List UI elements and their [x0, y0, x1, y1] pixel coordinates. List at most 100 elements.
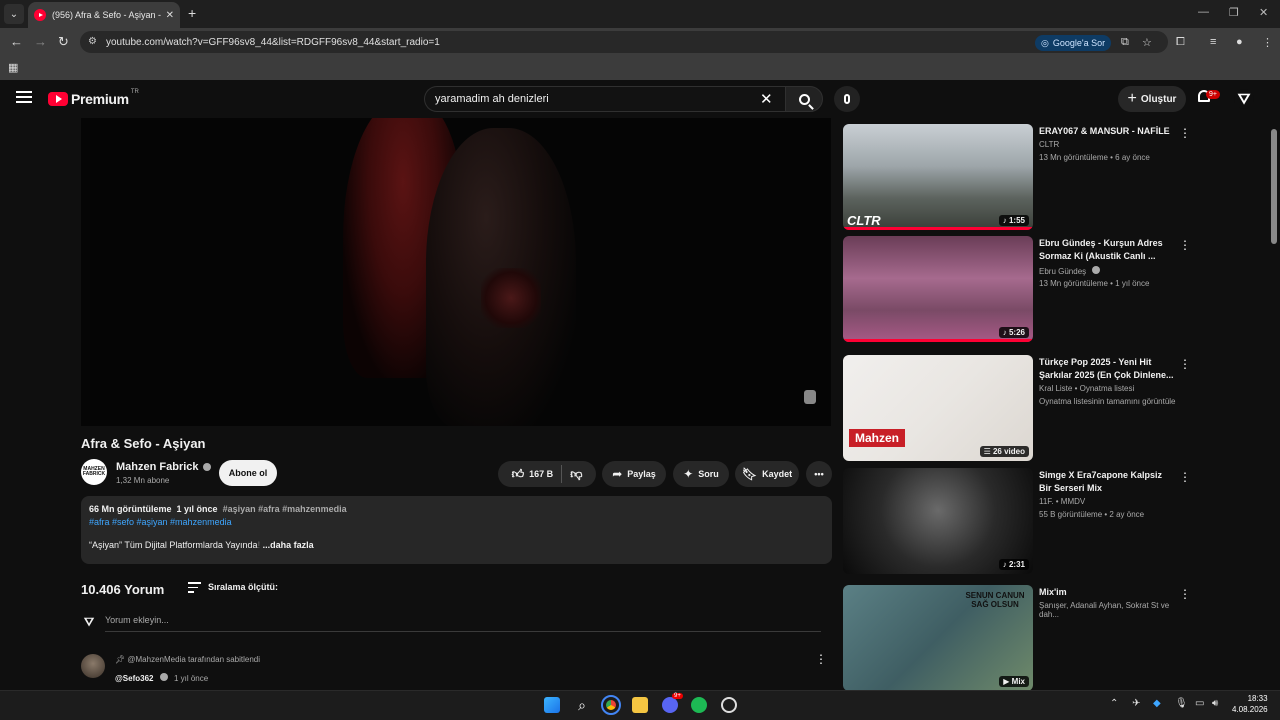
site-info-icon[interactable]: ⚙	[88, 36, 100, 48]
tab-title: (956) Afra & Sefo - Aşiyan - You	[52, 10, 162, 20]
profile-avatar-icon[interactable]: ●	[1236, 36, 1243, 48]
save-button[interactable]: 🔖︎ Kaydet	[735, 461, 799, 487]
tray-chevron-icon[interactable]: ⌃	[1110, 698, 1118, 709]
recommended-menu-dots-icon[interactable]: ⋮	[1179, 587, 1191, 601]
clear-search-icon[interactable]: ✕	[760, 90, 773, 108]
reload-icon[interactable]: ↻	[58, 34, 69, 50]
video-player[interactable]	[81, 118, 831, 426]
restore-icon[interactable]: ❐	[1229, 6, 1239, 19]
video-title: Afra & Sefo - Aşiyan	[81, 436, 206, 451]
description-box[interactable]: 66 Mn görüntüleme 1 yıl önce #aşiyan #af…	[81, 496, 832, 564]
like-thumb-icon[interactable]: 👍︎	[512, 467, 525, 482]
comment-author-name: @Sefo362	[115, 674, 154, 683]
recommended-title[interactable]: Ebru Gündeş - Kurşun Adres Sormaz Ki (Ak…	[1039, 237, 1174, 263]
like-count[interactable]: 167 B	[529, 469, 553, 479]
tray-mic-icon[interactable]: 🎙︎	[1175, 698, 1188, 709]
playlist-thumbnail[interactable]: Mahzen ☰ 26 video	[843, 355, 1033, 461]
recommended-video[interactable]: ♪ 5:26 Ebru Gündeş - Kurşun Adres Sormaz…	[843, 236, 1191, 342]
recommended-video[interactable]: CLTR ♪ 1:55 ERAY067 & MANSUR - NAFİLE CL…	[843, 124, 1191, 230]
forward-arrow-icon[interactable]: →	[34, 34, 47, 49]
recommended-channel[interactable]: 11F. • MMDV	[1039, 497, 1085, 506]
watched-progress-bar	[843, 339, 1033, 342]
recommended-title[interactable]: Mix'im	[1039, 586, 1174, 599]
reading-list-icon[interactable]: ≡	[1210, 36, 1216, 48]
start-windows-icon[interactable]	[544, 697, 560, 713]
share-button[interactable]: ➦ Paylaş	[602, 461, 666, 487]
mix-thumbnail[interactable]: SENUN CANUN SAĞ OLSUN ▶ Mix	[843, 585, 1033, 691]
tab-list-chevron-icon[interactable]: ⌄	[4, 4, 24, 24]
discord-icon[interactable]	[662, 697, 678, 713]
recommended-title[interactable]: ERAY067 & MANSUR - NAFİLE	[1039, 125, 1174, 138]
channel-name[interactable]: Mahzen Fabrick	[116, 461, 211, 473]
view-count: 66 Mn görüntüleme	[89, 504, 172, 514]
description-text: “Aşiyan” Tüm Dijital Platformlarda Yayın…	[89, 540, 824, 550]
voice-search-button[interactable]	[834, 86, 860, 112]
youtube-premium-logo[interactable]: Premium TR	[48, 89, 139, 107]
more-actions-button[interactable]: •••	[806, 461, 832, 487]
menu-dots-icon[interactable]: ⋮	[1262, 36, 1273, 49]
minimize-icon[interactable]: —	[1198, 6, 1209, 18]
recommended-channel[interactable]: Kral Liste • Oynatma listesi	[1039, 384, 1134, 393]
search-value: yaramadim ah denizleri	[435, 93, 549, 105]
subscribe-button[interactable]: Abone ol	[219, 460, 277, 486]
comment-menu-dots-icon[interactable]: ⋮	[815, 652, 827, 666]
browser-tab[interactable]: (956) Afra & Sefo - Aşiyan - You ✕	[28, 2, 180, 28]
tab-close-icon[interactable]: ✕	[166, 10, 174, 21]
extensions-icon[interactable]: ⧠	[1176, 36, 1185, 49]
recommended-mix[interactable]: SENUN CANUN SAĞ OLSUN ▶ Mix Mix'im Şanış…	[843, 585, 1191, 691]
new-tab-plus-icon[interactable]: +	[188, 5, 196, 21]
player-overlay-icon	[804, 390, 816, 404]
sort-by-label[interactable]: Sıralama ölçütü:	[208, 582, 278, 592]
search-input[interactable]: yaramadim ah denizleri	[424, 86, 786, 112]
tray-app-icon[interactable]: ✈	[1132, 698, 1140, 709]
view-full-playlist-link[interactable]: Oynatma listesinin tamamını görüntüle	[1039, 397, 1176, 406]
recommended-channel[interactable]: Ebru Gündeş	[1039, 266, 1101, 276]
chrome-icon[interactable]	[601, 695, 621, 715]
close-window-icon[interactable]: ✕	[1259, 6, 1268, 19]
recommended-menu-dots-icon[interactable]: ⋮	[1179, 357, 1191, 371]
recommended-video[interactable]: ♪ 2:31 Simge X Era7capone Kalpsiz Bir Se…	[843, 468, 1191, 574]
page-scrollbar[interactable]	[1271, 129, 1277, 244]
account-avatar[interactable]: ⛛	[1234, 89, 1254, 109]
show-more-link[interactable]: ...daha fazla	[263, 540, 314, 550]
tray-network-icon[interactable]: ▭	[1195, 698, 1204, 709]
file-explorer-icon[interactable]	[632, 697, 648, 713]
hamburger-menu-icon[interactable]	[16, 91, 32, 103]
recommended-menu-dots-icon[interactable]: ⋮	[1179, 470, 1191, 484]
video-thumbnail[interactable]: ♪ 5:26	[843, 236, 1033, 342]
recommended-title[interactable]: Türkçe Pop 2025 - Yeni Hit Şarkılar 2025…	[1039, 356, 1174, 382]
recommended-title[interactable]: Simge X Era7capone Kalpsiz Bir Serseri M…	[1039, 469, 1174, 495]
dislike-thumb-icon[interactable]: 👎︎	[570, 467, 582, 482]
cast-icon[interactable]: ⧉	[1121, 36, 1129, 49]
comment-author[interactable]: @Sefo362 1 yıl önce	[115, 673, 208, 683]
spotify-icon[interactable]	[691, 697, 707, 713]
obs-icon[interactable]	[721, 697, 737, 713]
recommended-menu-dots-icon[interactable]: ⋮	[1179, 126, 1191, 140]
google-ask-button[interactable]: ◎ Google'a Sor	[1035, 35, 1112, 51]
bookmark-star-icon[interactable]: ☆	[1142, 36, 1152, 49]
recommended-playlist[interactable]: Mahzen ☰ 26 video Türkçe Pop 2025 - Yeni…	[843, 355, 1191, 461]
search-taskbar-icon[interactable]: ⌕	[574, 697, 590, 713]
duration-badge: ♪ 2:31	[998, 559, 1029, 570]
thumbnail-brand-text: CLTR	[847, 213, 881, 228]
tray-app-icon[interactable]: ◆	[1153, 698, 1161, 709]
tray-volume-icon[interactable]: 🔊︎	[1212, 698, 1218, 709]
comment-author-avatar[interactable]	[81, 654, 105, 678]
comment-input[interactable]: Yorum ekleyin...	[105, 615, 821, 632]
recommended-menu-dots-icon[interactable]: ⋮	[1179, 238, 1191, 252]
channel-avatar[interactable]: MAHZEN FABRICK	[81, 459, 107, 485]
url-field[interactable]: ⚙ youtube.com/watch?v=GFF96sv8_44&list=R…	[80, 31, 1168, 53]
back-arrow-icon[interactable]: ←	[10, 34, 23, 49]
sort-icon[interactable]	[188, 582, 201, 596]
video-thumbnail[interactable]: CLTR ♪ 1:55	[843, 124, 1033, 230]
video-thumbnail[interactable]: ♪ 2:31	[843, 468, 1033, 574]
search-button[interactable]	[785, 86, 823, 112]
apps-grid-icon[interactable]: ▦	[8, 61, 18, 74]
inline-hashtags[interactable]: #aşiyan #afra #mahzenmedia	[223, 504, 347, 514]
taskbar-clock[interactable]: 18:33 4.08.2026	[1232, 693, 1268, 715]
recommended-channel[interactable]: Şanışer, Adanali Ayhan, Sokrat St ve dah…	[1039, 601, 1188, 619]
ask-button[interactable]: ✦ Soru	[673, 461, 729, 487]
hashtag-links[interactable]: #afra #sefo #aşiyan #mahzenmedia	[89, 517, 824, 527]
create-button[interactable]: + Oluştur	[1118, 86, 1186, 112]
recommended-channel[interactable]: CLTR	[1039, 140, 1059, 149]
